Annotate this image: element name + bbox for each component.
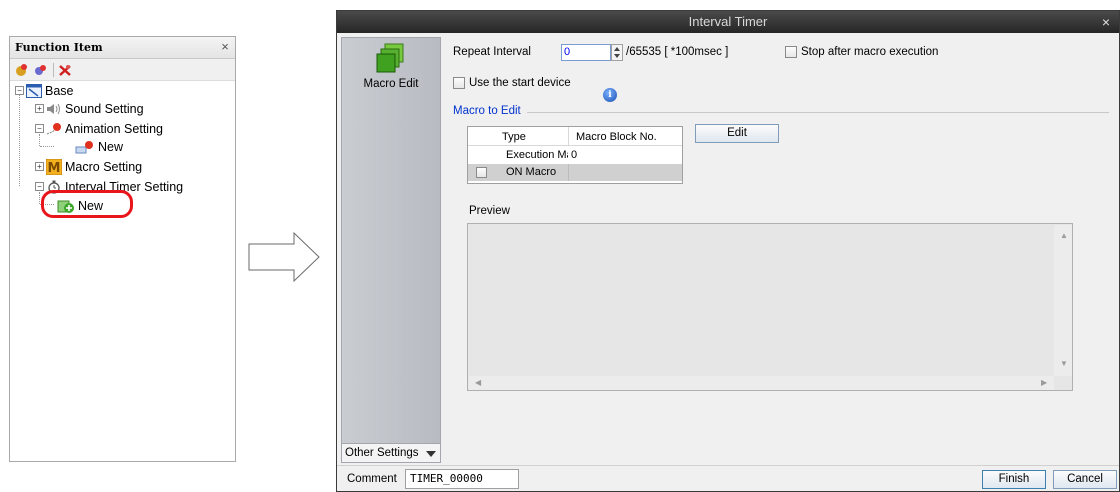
scroll-right-icon[interactable]: ▶ [1041, 378, 1047, 387]
table-cell-type: Execution Ma [506, 149, 568, 161]
close-icon[interactable]: × [218, 39, 232, 55]
info-icon[interactable]: i [603, 88, 617, 102]
right-arrow-icon [248, 232, 320, 282]
tree-item-label: New [98, 139, 124, 154]
other-settings-label: Other Settings [345, 447, 419, 459]
table-row[interactable]: ON Macro [468, 164, 682, 181]
tree-item-label: Macro Setting [65, 159, 143, 174]
vertical-scrollbar[interactable]: ▲ ▼ [1054, 225, 1072, 376]
preview-area: ▲ ▼ ◀ ▶ [467, 223, 1073, 391]
tree-item-label: Animation Setting [65, 121, 163, 136]
macro-edit-label: Macro Edit [363, 78, 419, 90]
cancel-button[interactable]: Cancel [1053, 470, 1117, 489]
tree-item-sound-setting[interactable]: + Sound Setting [35, 100, 144, 117]
toolbar-separator [53, 63, 54, 77]
dialog-titlebar: Interval Timer × [337, 11, 1119, 33]
animation-icon [46, 122, 61, 134]
tree-item-base[interactable]: − Base [15, 82, 74, 99]
delete-icon[interactable] [58, 63, 72, 77]
scroll-left-icon[interactable]: ◀ [475, 378, 481, 387]
new-item-highlight [41, 190, 133, 218]
spin-down-icon[interactable] [614, 54, 620, 58]
tree-item-macro-setting[interactable]: + M Macro Setting [35, 158, 142, 175]
macro-edit-icon [376, 43, 404, 73]
tree-item-label: Base [45, 83, 74, 98]
function-item-panel: Function Item × − Base + Sound Setting −… [9, 36, 236, 462]
interval-timer-dialog: Interval Timer × Macro Edit Other Settin… [336, 10, 1120, 492]
add-item-icon[interactable] [15, 63, 29, 77]
base-screen-icon [26, 83, 42, 98]
speaker-icon [47, 103, 60, 114]
stop-after-macro-checkbox[interactable] [785, 46, 797, 58]
function-item-titlebar: Function Item × [10, 37, 235, 59]
expand-icon[interactable]: + [35, 162, 44, 171]
table-cell-block: 0 [571, 149, 578, 161]
side-panel: Macro Edit [341, 37, 441, 459]
repeat-interval-input[interactable]: 0 [561, 44, 611, 61]
function-item-toolbar [10, 59, 235, 81]
stop-after-macro-label: Stop after macro execution [801, 46, 939, 58]
dialog-title: Interval Timer [688, 14, 768, 29]
comment-label: Comment [347, 473, 397, 485]
repeat-interval-label: Repeat Interval [453, 46, 531, 58]
macro-table: Type Macro Block No. Execution Ma 0 ON M… [467, 126, 683, 184]
macro-edit-button[interactable]: Macro Edit [343, 39, 439, 101]
row-checkbox[interactable] [476, 167, 487, 178]
macro-to-edit-legend: Macro to Edit [453, 105, 521, 117]
column-header-type: Type [502, 131, 526, 143]
repeat-interval-spinner[interactable] [611, 44, 623, 61]
spin-up-icon[interactable] [614, 47, 620, 51]
column-header-block-no: Macro Block No. [576, 131, 657, 143]
edit-button[interactable]: Edit [695, 124, 779, 143]
tree-item-animation-setting[interactable]: − Animation Setting [35, 120, 163, 137]
use-start-device-checkbox[interactable] [453, 77, 465, 89]
repeat-interval-range: /65535 [ *100msec ] [626, 46, 729, 58]
scroll-up-icon[interactable]: ▲ [1060, 231, 1068, 240]
collapse-icon[interactable]: − [35, 182, 44, 191]
other-settings-dropdown[interactable]: Other Settings [341, 443, 441, 463]
table-row[interactable]: Execution Ma 0 [468, 147, 682, 164]
macro-m-icon: M [46, 158, 62, 175]
add-child-icon[interactable] [34, 63, 48, 77]
collapse-icon[interactable]: − [35, 124, 44, 133]
preview-label: Preview [469, 205, 510, 217]
chevron-down-icon [426, 451, 436, 457]
finish-button[interactable]: Finish [982, 470, 1046, 489]
svg-text:M: M [48, 161, 61, 175]
expand-icon[interactable]: + [35, 104, 44, 113]
comment-input[interactable]: TIMER_00000 [405, 469, 519, 489]
group-divider [527, 112, 1109, 113]
function-item-title: Function Item [15, 41, 103, 54]
table-cell-type: ON Macro [506, 166, 557, 178]
scroll-down-icon[interactable]: ▼ [1060, 359, 1068, 368]
animation-new-icon [75, 140, 93, 153]
close-icon[interactable]: × [1097, 13, 1115, 31]
use-start-device-label: Use the start device [469, 77, 571, 89]
tree-item-label: Sound Setting [65, 101, 144, 116]
collapse-icon[interactable]: − [15, 86, 24, 95]
bottom-divider [337, 465, 1119, 466]
horizontal-scrollbar[interactable]: ◀ ▶ [469, 376, 1054, 390]
tree-item-animation-new[interactable]: New [75, 138, 123, 155]
